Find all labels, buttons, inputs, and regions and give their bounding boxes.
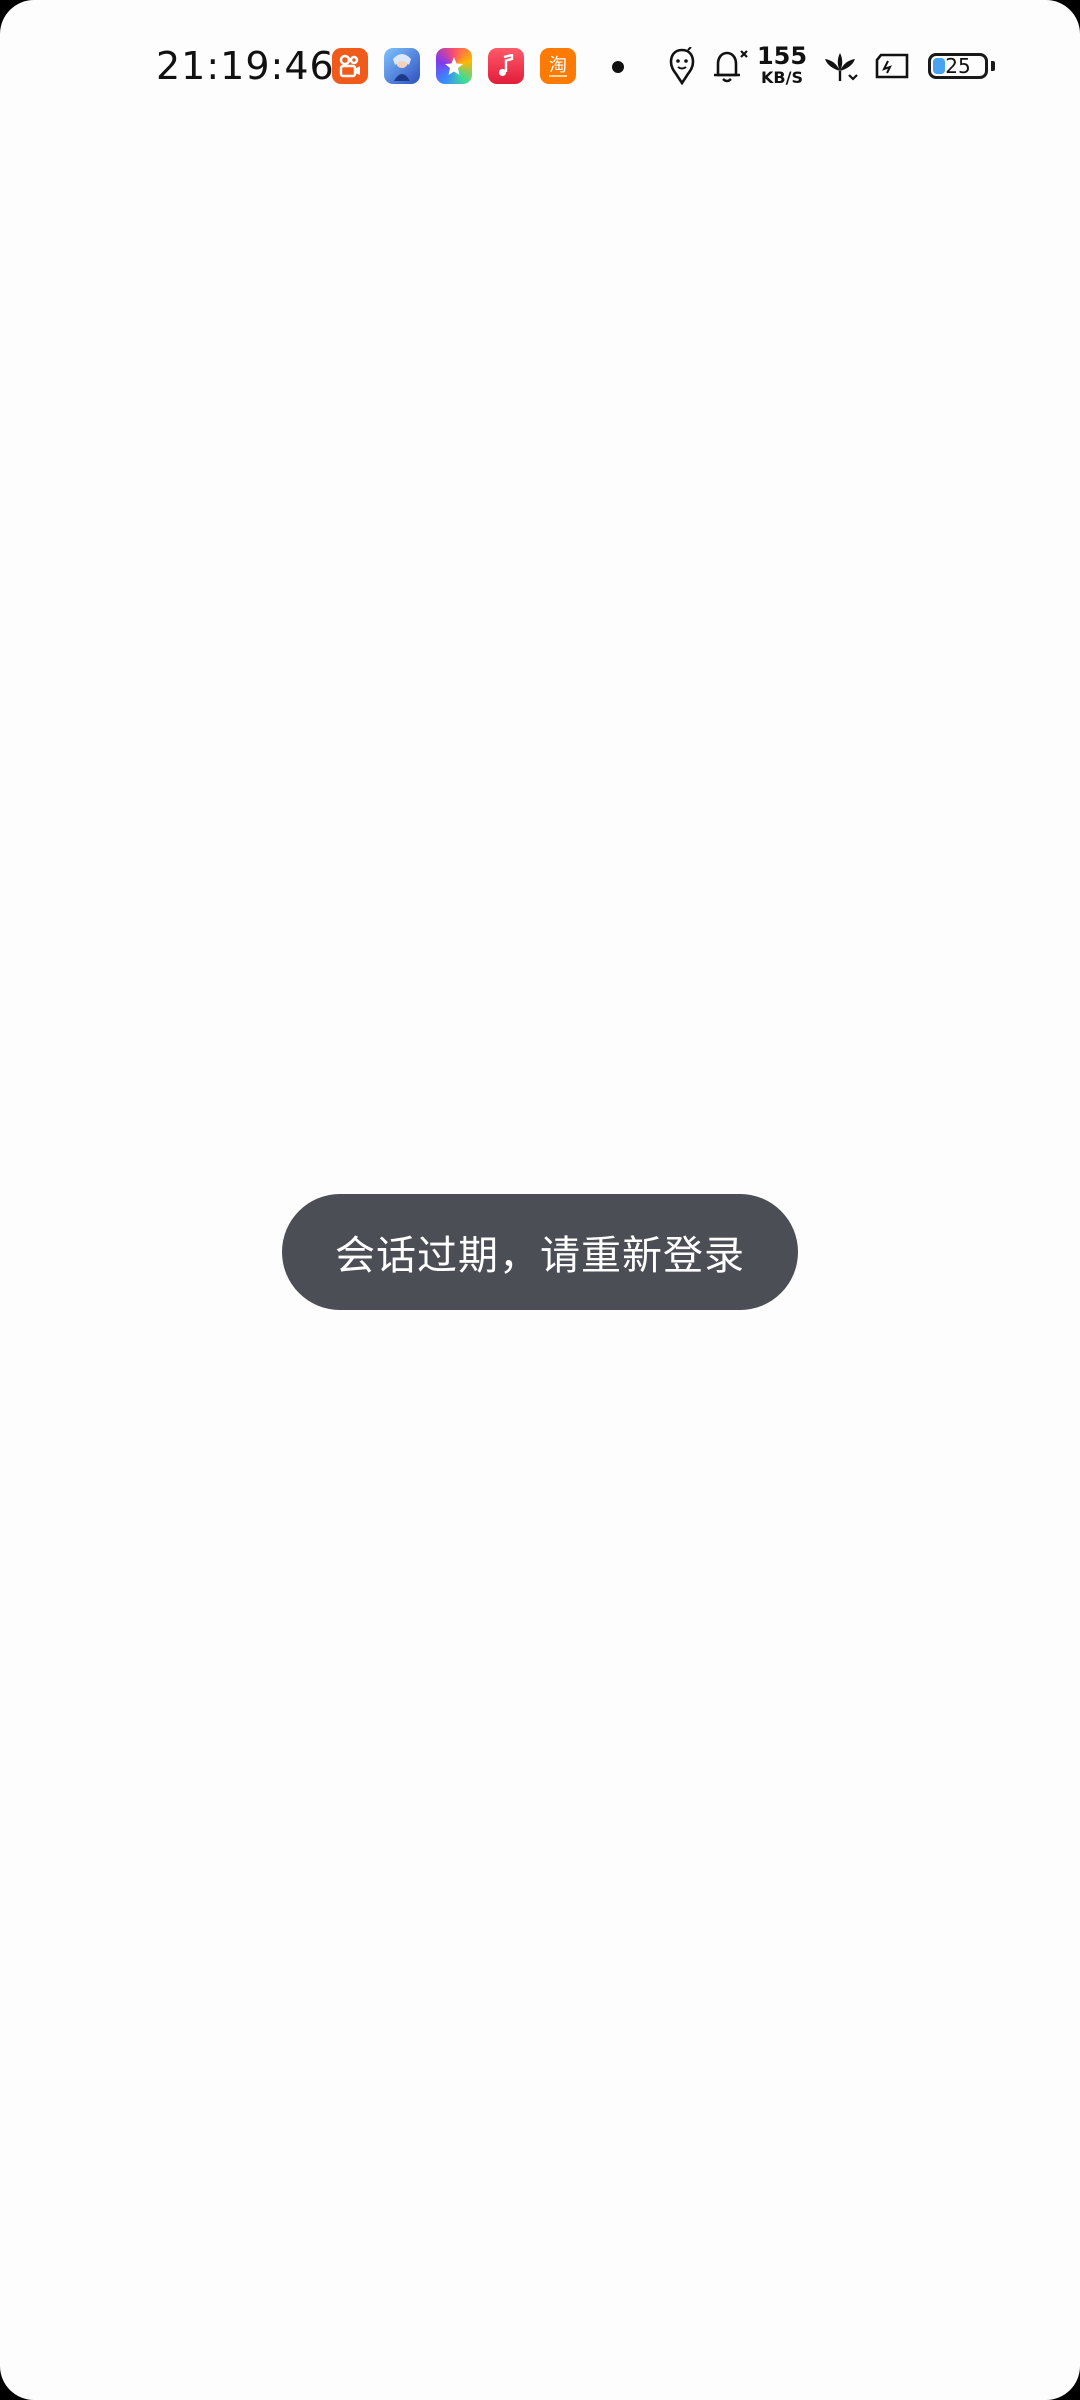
assistant-icon xyxy=(664,46,700,86)
status-time: 21:19:46 xyxy=(156,44,335,88)
music-icon xyxy=(488,48,524,84)
battery-indicator: 25 xyxy=(928,53,988,79)
kuaishou-icon xyxy=(332,48,368,84)
more-notifications-dot xyxy=(612,61,624,73)
battery-tip xyxy=(991,61,995,71)
flower-icon xyxy=(818,46,862,86)
session-expired-toast: 会话过期，请重新登录 xyxy=(282,1194,798,1310)
network-speed-value: 155 xyxy=(756,42,808,70)
network-speed: 155 KB/S xyxy=(756,44,808,86)
sd-card-icon xyxy=(872,46,912,86)
status-bar: 21:19:46 淘 155 KB/S 25 xyxy=(0,0,1080,136)
game-character-icon xyxy=(384,48,420,84)
toast-message: 会话过期，请重新登录 xyxy=(335,1233,745,1279)
svg-text:淘: 淘 xyxy=(549,55,567,76)
app-screen: 21:19:46 淘 155 KB/S 25 会话过期，请重新登录 xyxy=(0,0,1080,2400)
star-app-icon xyxy=(436,48,472,84)
network-speed-unit: KB/S xyxy=(761,68,803,87)
battery-level-text: 25 xyxy=(945,54,971,78)
alarm-muted-icon xyxy=(710,46,750,86)
taobao-icon: 淘 xyxy=(540,48,576,84)
